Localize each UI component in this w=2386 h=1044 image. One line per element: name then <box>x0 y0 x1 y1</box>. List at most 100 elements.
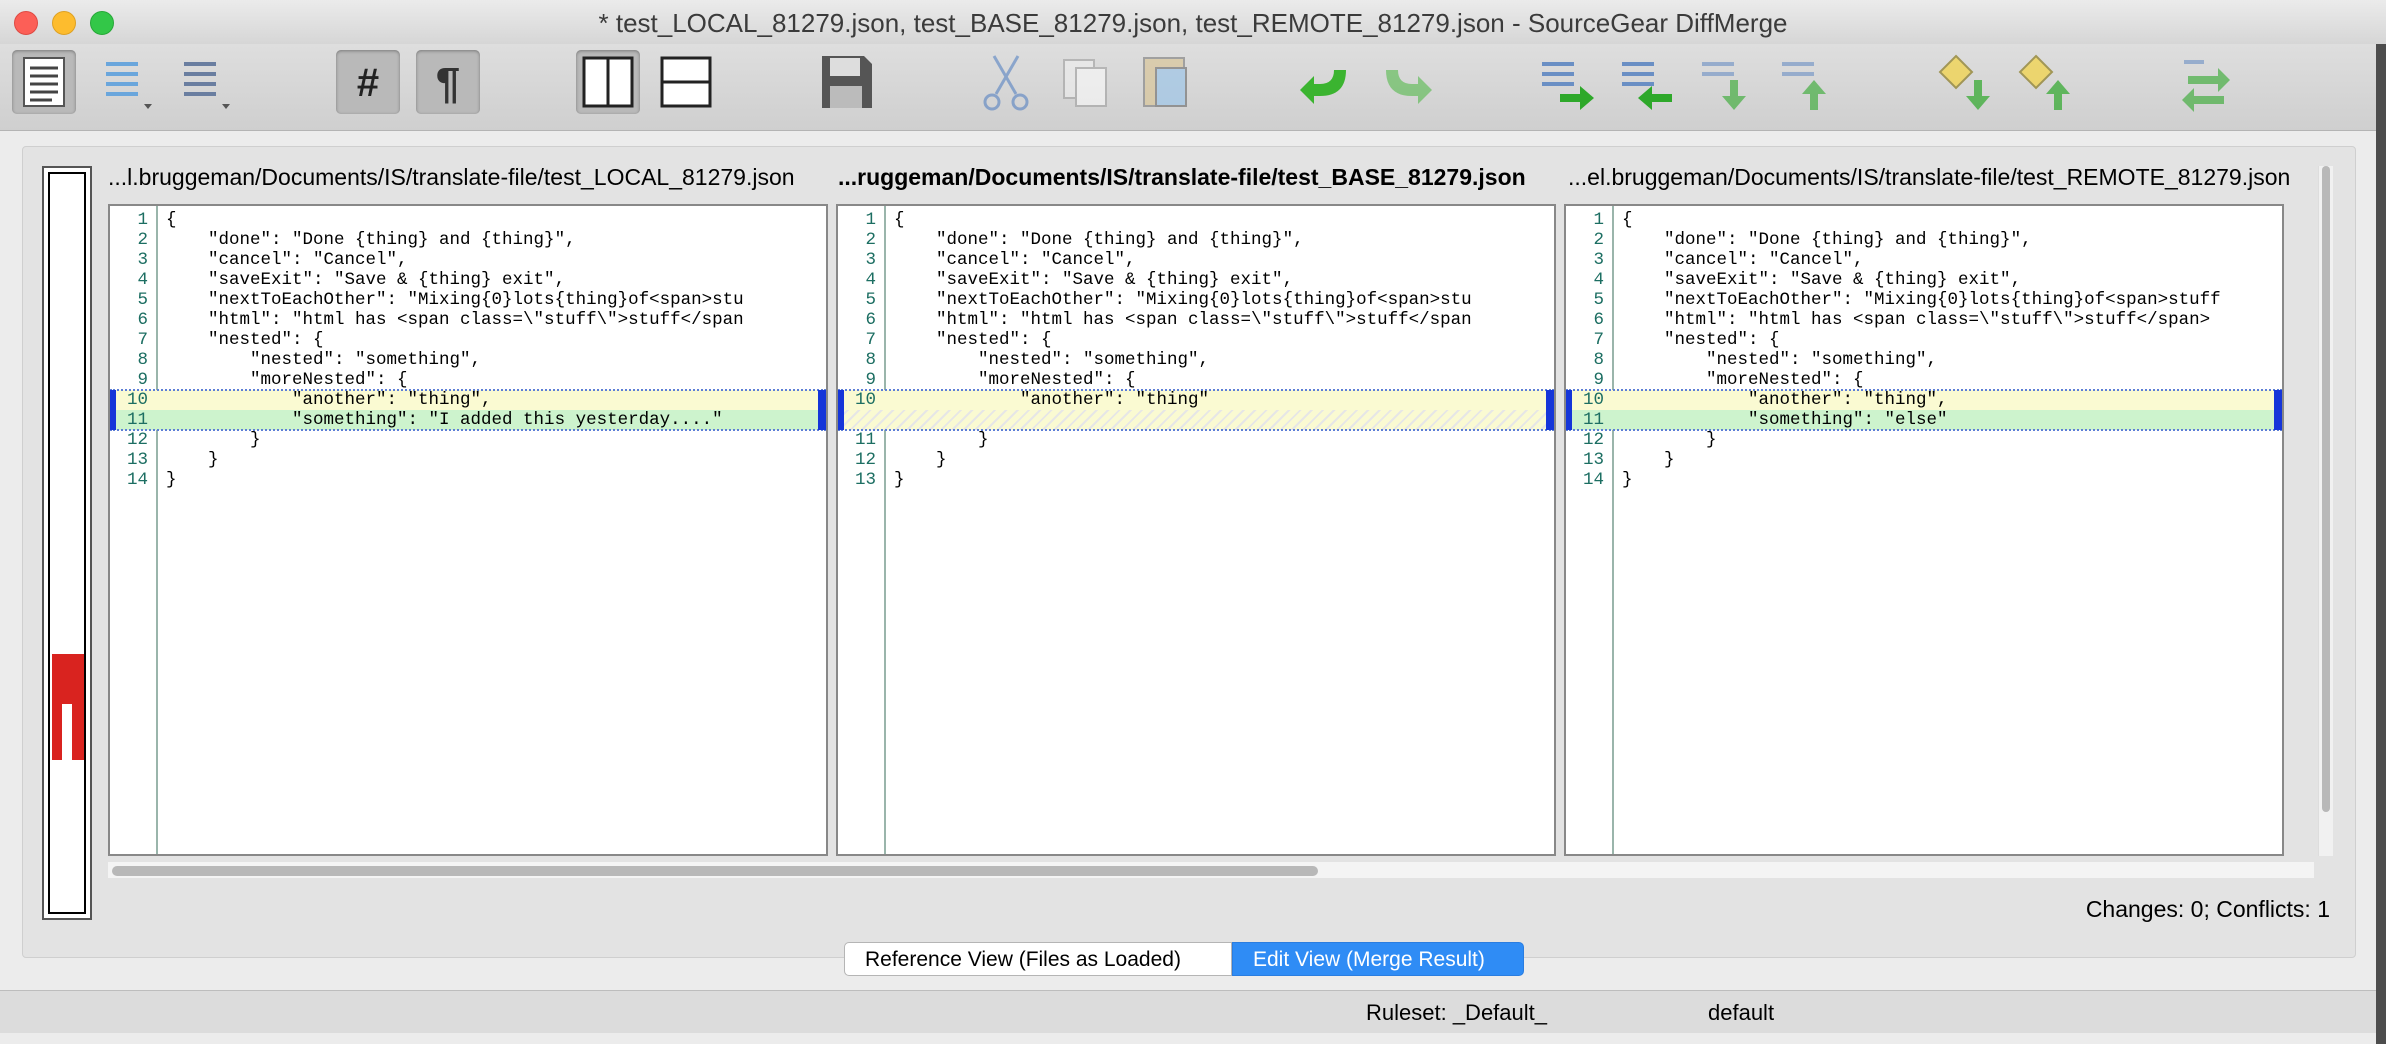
stacked-view-button[interactable] <box>654 50 718 114</box>
code-line[interactable]: 13 } <box>110 450 826 470</box>
save-button[interactable] <box>814 50 878 114</box>
code-line[interactable] <box>838 410 1554 431</box>
code-line[interactable]: 13 } <box>1566 450 2282 470</box>
file-list-button[interactable] <box>12 50 76 114</box>
code-text: "html": "html has <span class=\"stuff\">… <box>166 310 744 330</box>
code-text: "moreNested": { <box>166 370 408 390</box>
code-text: "another": "thing", <box>166 390 492 410</box>
code-text: "another": "thing" <box>894 390 1210 410</box>
code-line[interactable]: 10 "another": "thing" <box>838 389 1554 410</box>
copy-button[interactable] <box>1054 50 1118 114</box>
code-line[interactable]: 9 "moreNested": { <box>1566 370 2282 390</box>
paste-button[interactable] <box>1134 50 1198 114</box>
code-line[interactable]: 8 "nested": "something", <box>1566 350 2282 370</box>
line-number: 4 <box>1593 270 1604 290</box>
conflict-boundary <box>110 389 826 391</box>
code-line[interactable]: 3 "cancel": "Cancel", <box>110 250 826 270</box>
conflict-boundary <box>1566 389 2282 391</box>
code-line[interactable]: 5 "nextToEachOther": "Mixing{0}lots{thin… <box>110 290 826 310</box>
conflict-marker <box>2274 390 2282 410</box>
local-pane[interactable]: 1{2 "done": "Done {thing} and {thing}", 3… <box>108 204 828 856</box>
previous-change-button[interactable] <box>1774 50 1838 114</box>
cut-button[interactable] <box>974 50 1038 114</box>
code-text: "saveExit": "Save & {thing} exit", <box>894 270 1294 290</box>
svg-text:¶: ¶ <box>436 59 460 108</box>
overview-map[interactable] <box>42 166 92 920</box>
pilcrow-button[interactable]: ¶ <box>416 50 480 114</box>
horizontal-scroll-thumb[interactable] <box>112 866 1318 876</box>
code-line[interactable]: 2 "done": "Done {thing} and {thing}", <box>1566 230 2282 250</box>
code-line[interactable]: 11 } <box>838 430 1554 450</box>
code-text: } <box>166 450 219 470</box>
code-line[interactable]: 7 "nested": { <box>1566 330 2282 350</box>
code-line[interactable]: 6 "html": "html has <span class=\"stuff\… <box>110 310 826 330</box>
tab-reference-view[interactable]: Reference View (Files as Loaded) <box>844 942 1232 976</box>
code-line[interactable]: 1{ <box>1566 210 2282 230</box>
code-line[interactable]: 13} <box>838 470 1554 490</box>
code-text: "done": "Done {thing} and {thing}", <box>894 230 1304 250</box>
code-line[interactable]: 11 "something": "I added this yesterday.… <box>110 410 826 431</box>
code-line[interactable]: 5 "nextToEachOther": "Mixing{0}lots{thin… <box>838 290 1554 310</box>
code-line[interactable]: 8 "nested": "something", <box>110 350 826 370</box>
line-number: 13 <box>126 450 148 470</box>
code-text: "something": "I added this yesterday....… <box>166 410 723 430</box>
view-tabs: Reference View (Files as Loaded) Edit Vi… <box>844 942 1524 976</box>
code-line[interactable]: 12 } <box>1566 430 2282 450</box>
file-list-blue-button[interactable] <box>94 50 158 114</box>
apply-left-button[interactable] <box>1614 50 1678 114</box>
sync-button[interactable] <box>2174 50 2238 114</box>
code-line[interactable]: 9 "moreNested": { <box>110 370 826 390</box>
code-line[interactable]: 2 "done": "Done {thing} and {thing}", <box>110 230 826 250</box>
code-line[interactable]: 3 "cancel": "Cancel", <box>838 250 1554 270</box>
previous-conflict-button[interactable] <box>2014 50 2078 114</box>
code-text: "moreNested": { <box>1622 370 1864 390</box>
code-line[interactable]: 10 "another": "thing", <box>1566 389 2282 410</box>
toolbar: # ¶ <box>0 44 2386 131</box>
code-line[interactable]: 4 "saveExit": "Save & {thing} exit", <box>838 270 1554 290</box>
horizontal-scrollbar[interactable] <box>108 862 2314 878</box>
svg-text:#: # <box>357 61 379 105</box>
vertical-scroll-thumb[interactable] <box>2322 166 2330 812</box>
code-line[interactable]: 10 "another": "thing", <box>110 389 826 410</box>
code-line[interactable]: 4 "saveExit": "Save & {thing} exit", <box>1566 270 2282 290</box>
code-line[interactable]: 2 "done": "Done {thing} and {thing}", <box>838 230 1554 250</box>
code-line[interactable]: 7 "nested": { <box>838 330 1554 350</box>
code-line[interactable]: 12 } <box>110 430 826 450</box>
encoding-label: default <box>1708 1000 1775 1025</box>
conflict-marker <box>110 410 116 430</box>
next-conflict-button[interactable] <box>1934 50 1998 114</box>
undo-button[interactable] <box>1294 50 1358 114</box>
paste-icon <box>1143 57 1187 107</box>
remote-pane[interactable]: 1{2 "done": "Done {thing} and {thing}", 3… <box>1564 204 2284 856</box>
code-line[interactable]: 1{ <box>838 210 1554 230</box>
code-text: } <box>1622 430 1717 450</box>
base-pane[interactable]: 1{2 "done": "Done {thing} and {thing}", 3… <box>836 204 1556 856</box>
apply-left-icon <box>1622 62 1672 110</box>
code-line[interactable]: 3 "cancel": "Cancel", <box>1566 250 2282 270</box>
code-line[interactable]: 9 "moreNested": { <box>838 370 1554 390</box>
apply-right-button[interactable] <box>1534 50 1598 114</box>
line-numbers-button[interactable]: # <box>336 50 400 114</box>
side-by-side-button[interactable] <box>576 50 640 114</box>
next-change-button[interactable] <box>1694 50 1758 114</box>
code-line[interactable]: 14} <box>1566 470 2282 490</box>
code-line[interactable]: 12 } <box>838 450 1554 470</box>
code-line[interactable]: 6 "html": "html has <span class=\"stuff\… <box>838 310 1554 330</box>
conflict-marker <box>2274 410 2282 430</box>
code-line[interactable]: 11 "something": "else" <box>1566 410 2282 431</box>
code-line[interactable]: 14} <box>110 470 826 490</box>
code-line[interactable]: 7 "nested": { <box>110 330 826 350</box>
code-line[interactable]: 5 "nextToEachOther": "Mixing{0}lots{thin… <box>1566 290 2282 310</box>
code-line[interactable]: 8 "nested": "something", <box>838 350 1554 370</box>
redo-button[interactable] <box>1374 50 1438 114</box>
code-line[interactable]: 4 "saveExit": "Save & {thing} exit", <box>110 270 826 290</box>
code-line[interactable]: 1{ <box>110 210 826 230</box>
code-text: } <box>894 470 905 490</box>
code-text: } <box>894 450 947 470</box>
code-line[interactable]: 6 "html": "html has <span class=\"stuff\… <box>1566 310 2282 330</box>
line-number: 5 <box>1593 290 1604 310</box>
file-list-menu-button[interactable] <box>172 50 236 114</box>
cut-icon <box>983 55 1029 111</box>
tab-edit-view[interactable]: Edit View (Merge Result) <box>1232 942 1524 976</box>
vertical-scrollbar[interactable] <box>2318 166 2333 856</box>
